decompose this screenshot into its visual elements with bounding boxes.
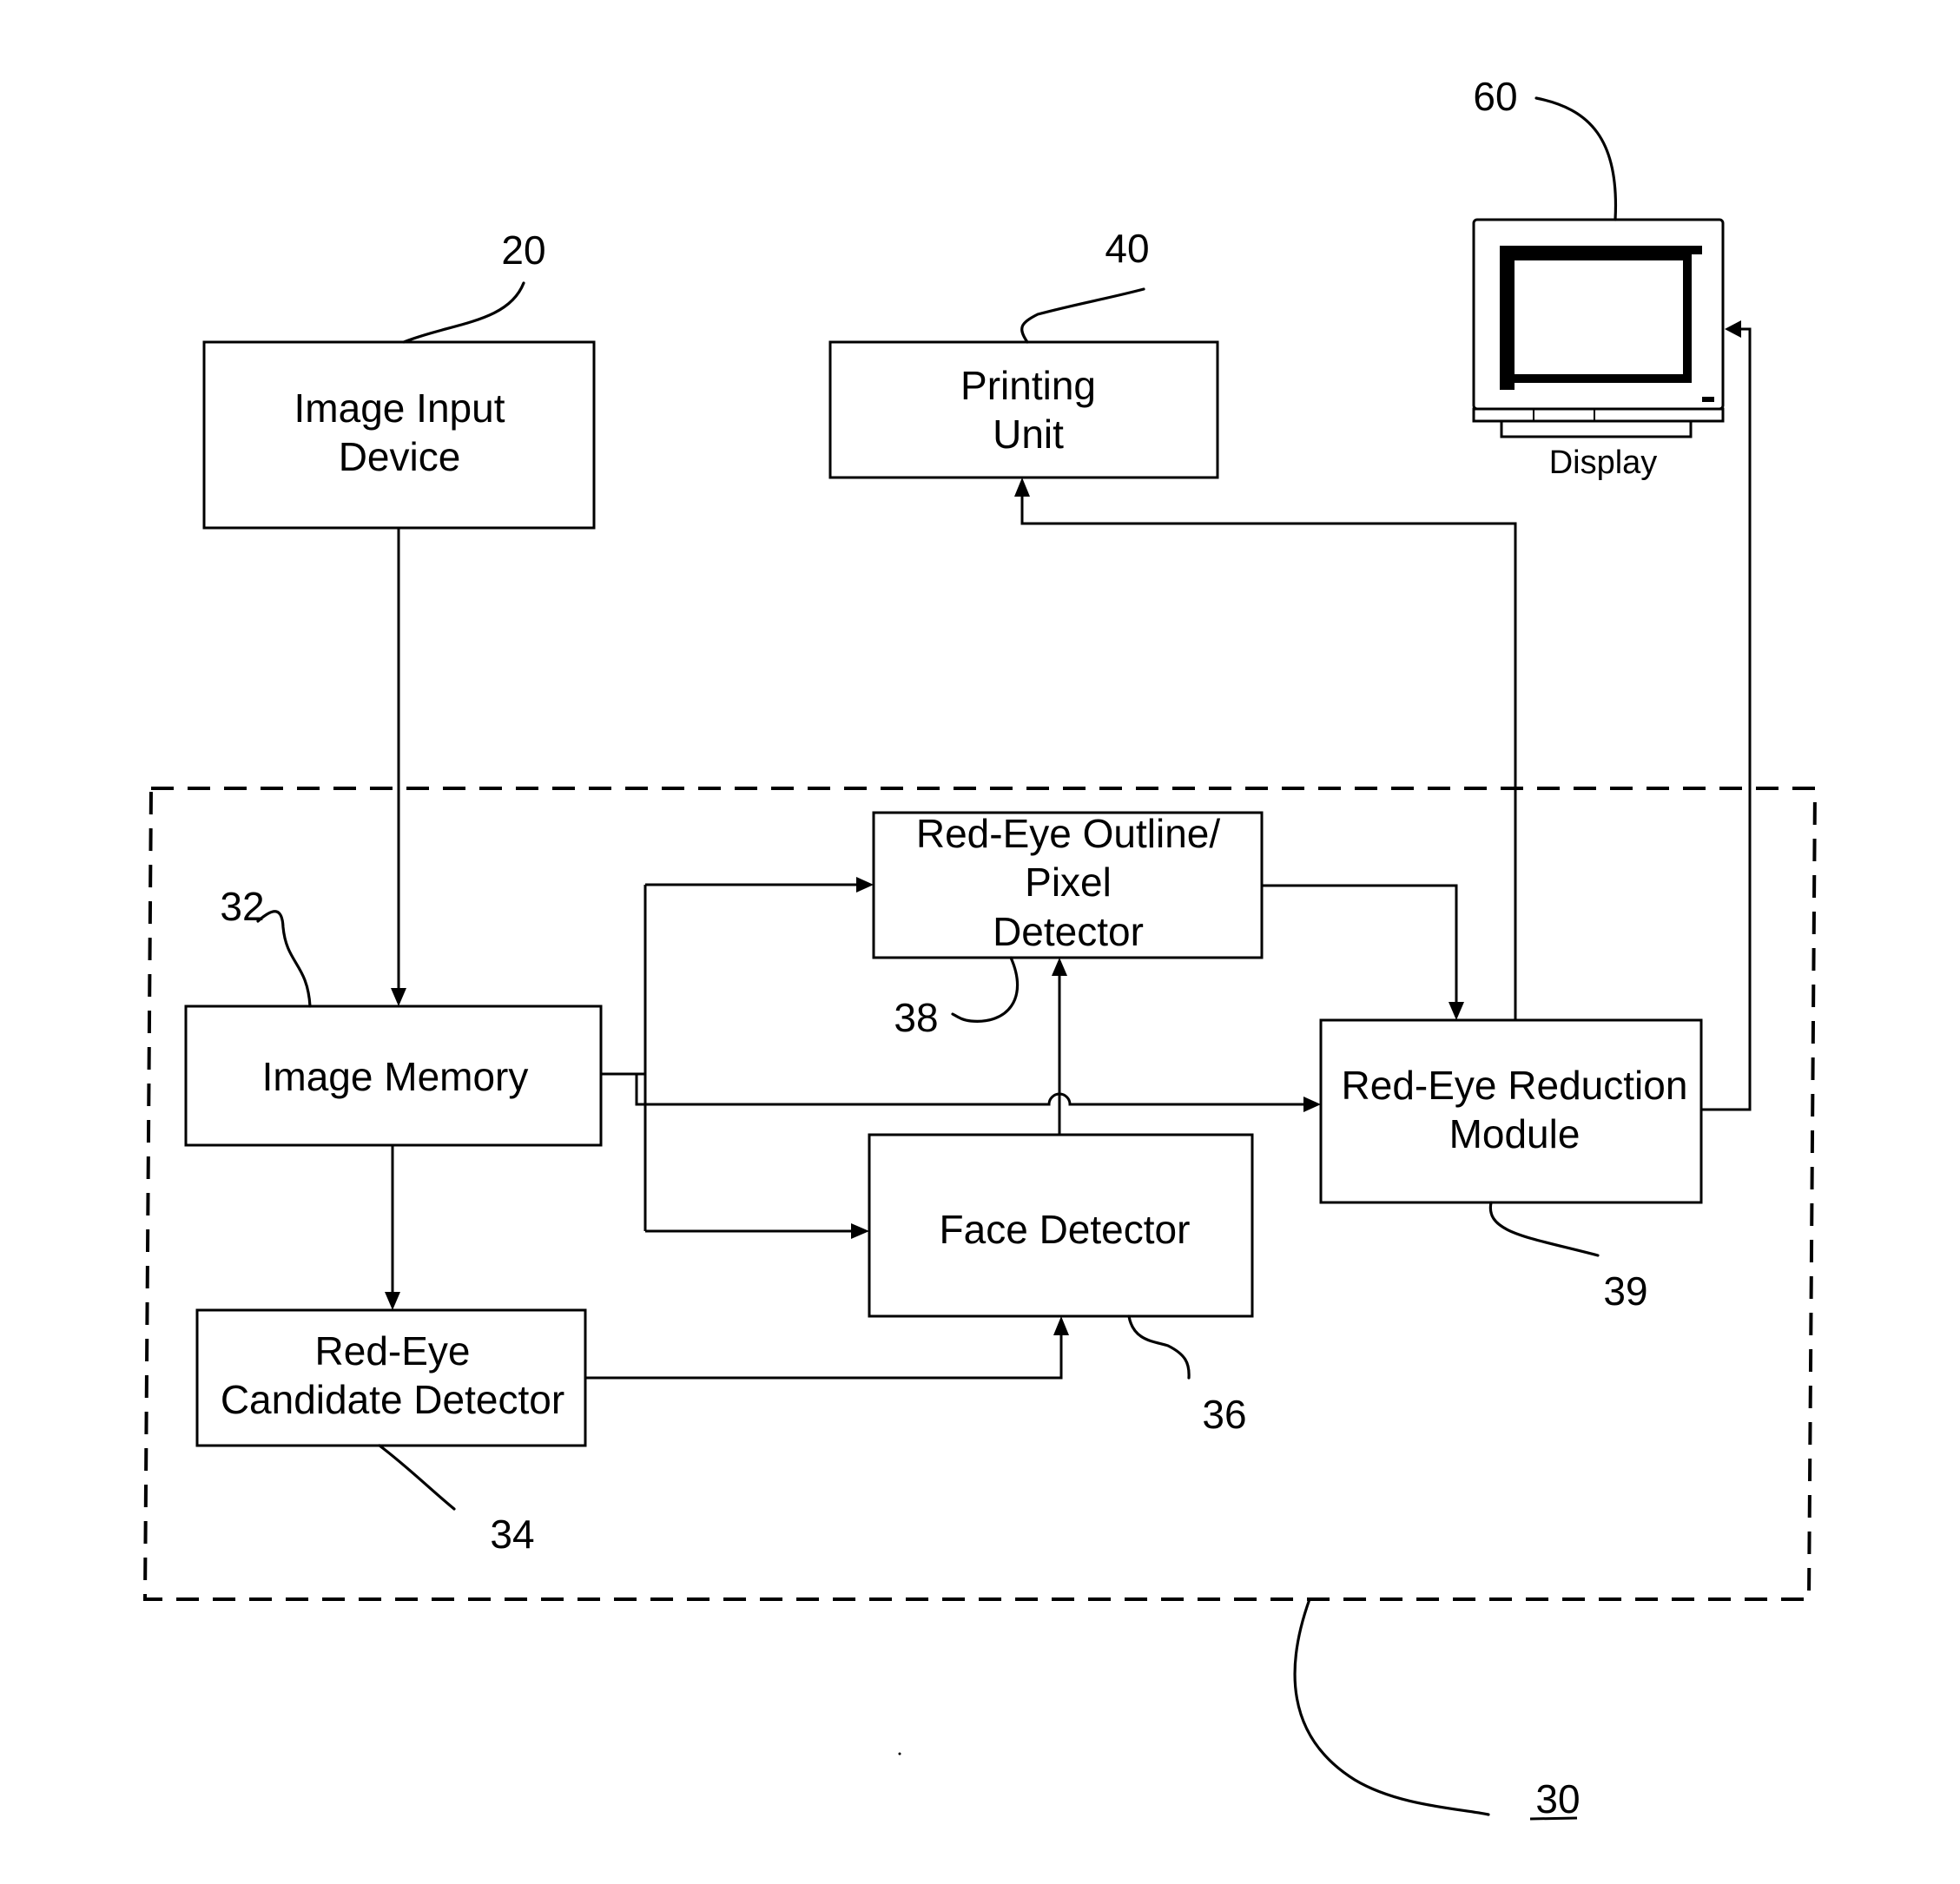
ref-38: 38 — [894, 956, 1020, 1040]
connector-candidate-to-face — [585, 1316, 1069, 1380]
image-input-device-label-line1: Image Input — [294, 385, 505, 431]
monitor-icon — [1472, 218, 1725, 438]
arrowhead — [851, 1223, 869, 1239]
ref-number-40: 40 — [1105, 226, 1149, 271]
connector-outline-to-reduction — [1262, 884, 1464, 1020]
outline-detector-label-line1: Red-Eye Outline/ — [916, 811, 1220, 856]
ref-number-60: 60 — [1473, 74, 1517, 119]
scan-speck — [898, 1752, 901, 1756]
face-detector-block: Face Detector — [868, 1133, 1254, 1318]
face-detector-label: Face Detector — [940, 1207, 1191, 1252]
ref-34: 34 — [378, 1444, 535, 1557]
reduction-module-block: Red-Eye Reduction Module — [1319, 1018, 1703, 1204]
candidate-detector-label-line1: Red-Eye — [315, 1328, 471, 1373]
ref-30: 30 — [1293, 1597, 1581, 1821]
connector-face-to-outline — [1052, 958, 1067, 1135]
arrowhead — [1052, 958, 1067, 976]
ref-30-underline — [1529, 1816, 1578, 1821]
reduction-module-label-line2: Module — [1449, 1111, 1581, 1156]
image-input-device-block: Image Input Device — [202, 340, 596, 530]
arrowhead — [385, 1292, 400, 1310]
connector-input-to-memory — [391, 528, 406, 1006]
outline-detector-block: Red-Eye Outline/ Pixel Detector — [872, 811, 1264, 959]
image-memory-block: Image Memory — [184, 1005, 603, 1147]
ref-number-39: 39 — [1603, 1268, 1647, 1314]
image-input-device-label-line2: Device — [339, 434, 461, 479]
ref-number-38: 38 — [894, 995, 938, 1040]
ref-20: 20 — [402, 227, 546, 344]
arrowhead — [1303, 1097, 1321, 1112]
ref-number-32: 32 — [220, 884, 264, 929]
ref-number-36: 36 — [1202, 1392, 1246, 1437]
ref-40: 40 — [1020, 226, 1150, 344]
printing-unit-label-line2: Unit — [993, 412, 1064, 457]
image-memory-label: Image Memory — [262, 1054, 529, 1099]
candidate-detector-block: Red-Eye Candidate Detector — [195, 1308, 587, 1447]
arrowhead — [1014, 478, 1030, 497]
ref-32: 32 — [220, 884, 312, 1008]
connector-memory-to-reduction — [635, 1074, 1321, 1112]
arrowhead — [1725, 320, 1741, 338]
reduction-module-label-line1: Red-Eye Reduction — [1342, 1063, 1688, 1108]
ref-number-34: 34 — [490, 1512, 534, 1557]
display-label: Display — [1549, 445, 1658, 481]
ref-36: 36 — [1127, 1314, 1247, 1437]
arrowhead — [856, 877, 874, 893]
connector-memory-to-candidate — [385, 1145, 400, 1310]
outline-detector-label-line2: Pixel — [1025, 860, 1112, 905]
ref-60: 60 — [1473, 74, 1618, 221]
connector-memory-branch — [601, 877, 874, 1239]
outline-detector-label-line3: Detector — [993, 909, 1144, 954]
arrowhead — [391, 988, 406, 1006]
printing-unit-label-line1: Printing — [960, 363, 1096, 408]
arrowhead — [1449, 1002, 1464, 1020]
candidate-detector-label-line2: Candidate Detector — [221, 1377, 564, 1422]
printing-unit-block: Printing Unit — [828, 340, 1219, 479]
arrowhead — [1053, 1316, 1069, 1335]
ref-number-30: 30 — [1535, 1776, 1580, 1821]
ref-number-20: 20 — [501, 227, 545, 273]
display-block: Display — [1472, 218, 1725, 481]
ref-39: 39 — [1488, 1201, 1648, 1314]
connector-reduction-to-display — [1701, 320, 1752, 1111]
red-eye-system-diagram: Image Input Device Printing Unit Display… — [142, 74, 1818, 1821]
